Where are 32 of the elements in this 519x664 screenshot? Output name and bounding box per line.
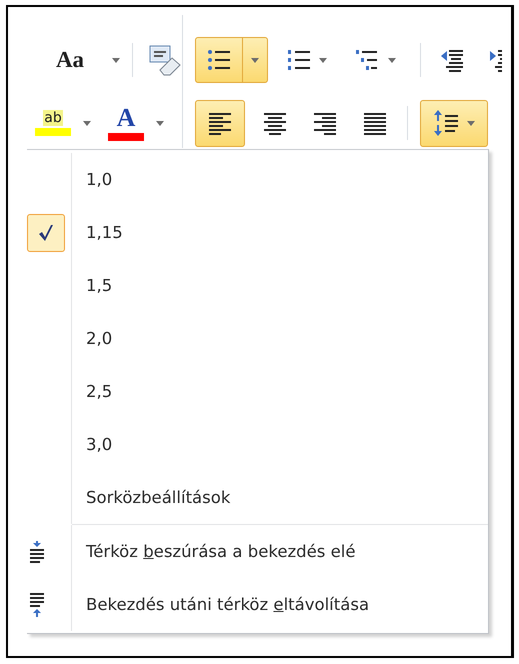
spacing-option[interactable]: 3,0: [27, 418, 488, 471]
eraser-icon: [148, 44, 182, 76]
line-spacing-icon: [434, 109, 460, 137]
caret-icon: [466, 120, 474, 126]
caret-icon: [388, 58, 396, 62]
line-spacing-button[interactable]: [420, 100, 488, 146]
justify-icon: [362, 111, 388, 135]
align-left-button[interactable]: [195, 100, 245, 146]
space-before-icon: [30, 540, 44, 562]
bulleted-list-icon: [206, 47, 232, 73]
caret-icon: [251, 58, 259, 62]
spacing-option[interactable]: 1,5: [27, 259, 488, 312]
menu-item[interactable]: Bekezdés utáni térköz eltávolítása: [27, 578, 488, 631]
spacing-option[interactable]: 2,0: [27, 312, 488, 365]
spacing-option[interactable]: 1,0: [27, 153, 488, 206]
align-center-icon: [262, 111, 288, 135]
align-right-icon: [312, 111, 338, 135]
highlight-button[interactable]: ab: [33, 100, 93, 146]
spacing-option[interactable]: 1,15: [27, 206, 488, 259]
caret-icon: [83, 120, 91, 126]
caret-icon: [156, 120, 164, 126]
caret-icon: [112, 58, 120, 62]
bullets-button[interactable]: [195, 37, 268, 83]
numbered-list-icon: [286, 47, 312, 73]
caret-icon: [319, 58, 327, 62]
change-styles-button[interactable]: Aa: [40, 37, 100, 83]
spacing-option[interactable]: 2,5: [27, 365, 488, 418]
menu-item[interactable]: Térköz beszúrása a bekezdés elé: [27, 525, 488, 578]
font-color-button[interactable]: A: [106, 100, 166, 146]
space-after-icon: [30, 592, 44, 616]
decrease-indent-icon: [440, 47, 466, 73]
align-left-icon: [207, 111, 233, 135]
